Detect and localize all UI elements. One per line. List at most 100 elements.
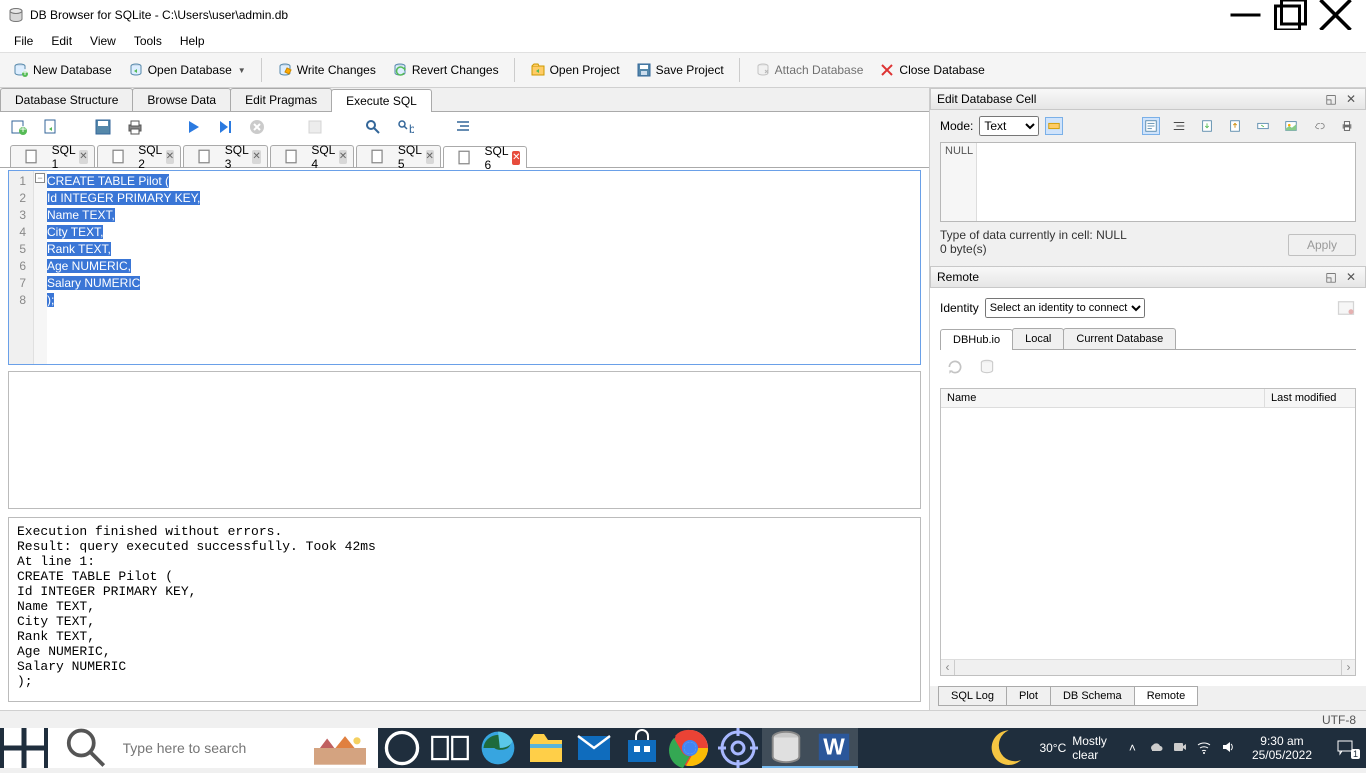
close-icon[interactable]: ✕ (1343, 92, 1359, 106)
start-button[interactable] (0, 728, 48, 768)
search-input[interactable] (123, 740, 304, 756)
open-database-label: Open Database (148, 63, 232, 77)
close-tab-icon[interactable]: ✕ (426, 150, 434, 164)
close-button[interactable] (1313, 0, 1358, 30)
maximize-button[interactable] (1268, 0, 1313, 30)
tray-onedrive-icon[interactable] (1148, 739, 1164, 758)
link-icon[interactable] (1310, 117, 1328, 135)
bottom-tab-remote[interactable]: Remote (1134, 686, 1199, 706)
horizontal-scrollbar[interactable]: ‹ › (941, 659, 1355, 675)
sql-tab-2[interactable]: SQL 2✕ (97, 145, 182, 167)
remote-tab-current[interactable]: Current Database (1063, 328, 1176, 349)
menu-view[interactable]: View (82, 32, 124, 50)
refresh-icon[interactable] (946, 358, 964, 376)
new-sql-tab-icon[interactable]: + (10, 118, 28, 136)
sql-tab-6[interactable]: SQL 6✕ (443, 146, 528, 168)
results-grid[interactable] (8, 371, 921, 509)
menu-help[interactable]: Help (172, 32, 213, 50)
sql-tab-3[interactable]: SQL 3✕ (183, 145, 268, 167)
open-sql-file-icon[interactable] (42, 118, 60, 136)
menu-edit[interactable]: Edit (43, 32, 80, 50)
bottom-tab-plot[interactable]: Plot (1006, 686, 1051, 706)
remote-list[interactable]: Name Last modified ‹ › (940, 388, 1356, 676)
attach-database-button[interactable]: Attach Database (748, 58, 871, 82)
bottom-tab-db-schema[interactable]: DB Schema (1050, 686, 1135, 706)
file-explorer-icon[interactable] (522, 728, 570, 768)
editor-content[interactable]: CREATE TABLE Pilot (Id INTEGER PRIMARY K… (47, 171, 920, 364)
close-tab-icon[interactable]: ✕ (166, 150, 174, 164)
print-icon[interactable] (126, 118, 144, 136)
stop-icon[interactable] (248, 118, 266, 136)
undock-icon[interactable]: ◱ (1323, 92, 1339, 106)
settings-icon[interactable] (714, 728, 762, 768)
sql-tab-1[interactable]: SQL 1✕ (10, 145, 95, 167)
find-icon[interactable] (364, 118, 382, 136)
auto-switch-icon[interactable] (1045, 117, 1063, 135)
tray-clock[interactable]: 9:30 am 25/05/2022 (1244, 734, 1320, 762)
save-results-icon[interactable] (306, 118, 324, 136)
bottom-tab-sql-log[interactable]: SQL Log (938, 686, 1007, 706)
close-tab-icon[interactable]: ✕ (339, 150, 347, 164)
cell-text-area[interactable]: NULL (940, 142, 1356, 222)
import-icon[interactable] (1198, 117, 1216, 135)
tab-execute-sql[interactable]: Execute SQL (331, 89, 432, 112)
close-tab-icon[interactable]: ✕ (252, 150, 260, 164)
set-null-icon[interactable] (1254, 117, 1272, 135)
identity-select[interactable]: Select an identity to connect (985, 298, 1145, 318)
new-database-button[interactable]: + New Database (6, 58, 119, 82)
run-line-icon[interactable] (216, 118, 234, 136)
output-log[interactable]: Execution finished without errors. Resul… (8, 517, 921, 702)
push-db-icon[interactable] (978, 358, 996, 376)
notification-icon[interactable]: 1 (1328, 738, 1362, 759)
sql-editor[interactable]: − 12345678 CREATE TABLE Pilot (Id INTEGE… (8, 170, 921, 365)
indent-icon[interactable] (454, 118, 472, 136)
indent-mode-icon[interactable] (1170, 117, 1188, 135)
save-project-button[interactable]: Save Project (629, 58, 731, 82)
mail-icon[interactable] (570, 728, 618, 768)
write-changes-button[interactable]: Write Changes (270, 58, 383, 82)
export-icon[interactable] (1226, 117, 1244, 135)
taskbar-search[interactable] (48, 728, 378, 768)
close-database-button[interactable]: Close Database (872, 58, 991, 82)
weather-widget[interactable]: 30°C Mostly clear (974, 723, 1117, 772)
chrome-icon[interactable] (666, 728, 714, 768)
open-database-button[interactable]: Open Database ▼ (121, 58, 253, 82)
word-taskbar-icon[interactable]: W (810, 728, 858, 768)
edge-icon[interactable] (474, 728, 522, 768)
image-mode-icon[interactable] (1282, 117, 1300, 135)
tray-chevron-icon[interactable]: ˄ (1125, 741, 1140, 755)
tray-volume-icon[interactable] (1220, 739, 1236, 758)
tab-database-structure[interactable]: Database Structure (0, 88, 133, 111)
sql-tab-4[interactable]: SQL 4✕ (270, 145, 355, 167)
editor-gutter: − 12345678 (9, 171, 47, 364)
mode-select[interactable]: Text (979, 116, 1039, 136)
open-project-button[interactable]: Open Project (523, 58, 627, 82)
remote-tab-local[interactable]: Local (1012, 328, 1064, 349)
tab-edit-pragmas[interactable]: Edit Pragmas (230, 88, 332, 111)
revert-changes-button[interactable]: Revert Changes (385, 58, 506, 82)
run-icon[interactable] (184, 118, 202, 136)
menu-file[interactable]: File (6, 32, 41, 50)
close-tab-icon[interactable]: ✕ (79, 150, 87, 164)
print-cell-icon[interactable] (1338, 117, 1356, 135)
cell-null-label: NULL (941, 143, 977, 221)
apply-button[interactable]: Apply (1288, 234, 1356, 256)
save-sql-icon[interactable] (94, 118, 112, 136)
menu-tools[interactable]: Tools (126, 32, 170, 50)
tab-browse-data[interactable]: Browse Data (132, 88, 231, 111)
tray-meet-icon[interactable] (1172, 739, 1188, 758)
task-view-icon[interactable] (426, 728, 474, 768)
text-mode-icon[interactable] (1142, 117, 1160, 135)
minimize-button[interactable] (1223, 0, 1268, 30)
close-tab-icon[interactable]: ✕ (512, 151, 520, 165)
find-replace-icon[interactable]: b (396, 118, 414, 136)
undock-icon[interactable]: ◱ (1323, 270, 1339, 284)
remote-tab-dbhub[interactable]: DBHub.io (940, 329, 1013, 350)
certificate-icon[interactable] (1336, 298, 1356, 318)
sql-tab-5[interactable]: SQL 5✕ (356, 145, 441, 167)
db-browser-taskbar-icon[interactable] (762, 728, 810, 768)
store-icon[interactable] (618, 728, 666, 768)
tray-wifi-icon[interactable] (1196, 739, 1212, 758)
cortana-icon[interactable] (378, 728, 426, 768)
close-icon[interactable]: ✕ (1343, 270, 1359, 284)
